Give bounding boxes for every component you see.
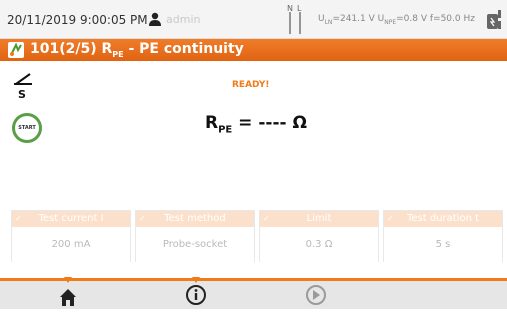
param-limit[interactable]: ✓ Limit 0.3 Ω <box>259 210 379 263</box>
uln-symbol: U <box>318 14 325 24</box>
param-label: Test method <box>164 213 226 224</box>
result-readout: RPE = ---- Ω <box>205 113 307 135</box>
title-prefix: 101(2/5) R <box>30 41 113 57</box>
unpe-value: =0.8 V f=50.0 Hz <box>396 14 475 24</box>
param-header: ✓ Test current I <box>12 211 130 227</box>
title-subscript: PE <box>112 49 124 59</box>
next-icon <box>306 285 326 305</box>
param-test-current[interactable]: ✓ Test current I 200 mA <box>11 210 131 263</box>
title-bar: 101(2/5) RPE - PE continuity <box>0 39 507 61</box>
param-label: Test current I <box>38 213 104 224</box>
svg-text:S: S <box>18 88 26 101</box>
title-suffix: - PE continuity <box>123 41 244 57</box>
start-label: START <box>18 125 36 131</box>
uln-value: =241.1 V <box>332 14 375 24</box>
probe-mode-icon: S <box>14 73 32 101</box>
terminals-icon <box>289 12 301 34</box>
param-label: Test duration t <box>406 213 480 224</box>
result-value: = ---- Ω <box>232 113 307 133</box>
datetime: 20/11/2019 9:00:05 PM <box>7 13 148 27</box>
unpe-subscript: NPE <box>384 18 397 26</box>
info-icon <box>186 285 206 305</box>
param-value: 0.3 Ω <box>260 227 378 263</box>
measurement-status: READY! <box>232 80 270 90</box>
voltage-readout: ULN=241.1 V UNPE=0.8 V f=50.0 Hz <box>318 14 475 26</box>
status-bar: 20/11/2019 9:00:05 PM admin N L ULN=241.… <box>0 0 507 39</box>
param-value: 200 mA <box>12 227 130 263</box>
user-icon <box>149 12 161 26</box>
user-name: admin <box>166 13 201 26</box>
page-title: 101(2/5) RPE - PE continuity <box>30 41 244 59</box>
result-subscript: PE <box>218 124 233 136</box>
test-type-icon <box>8 42 24 58</box>
check-icon: ✓ <box>139 214 146 223</box>
param-value: 5 s <box>384 227 502 263</box>
home-button[interactable] <box>48 281 88 309</box>
param-test-duration[interactable]: ✓ Test duration t 5 s <box>383 210 503 263</box>
param-label: Limit <box>306 213 332 224</box>
check-icon: ✓ <box>263 214 270 223</box>
check-icon: ✓ <box>15 214 22 223</box>
param-header: ✓ Test duration t <box>384 211 502 227</box>
result-symbol: R <box>205 113 219 133</box>
next-button[interactable] <box>296 281 336 309</box>
plug-icon <box>487 10 501 29</box>
home-icon <box>60 289 76 306</box>
param-header: ✓ Limit <box>260 211 378 227</box>
param-test-method[interactable]: ✓ Test method Probe-socket <box>135 210 255 263</box>
start-button[interactable]: START <box>12 113 42 143</box>
param-header: ✓ Test method <box>136 211 254 227</box>
info-button[interactable] <box>176 281 216 309</box>
param-value: Probe-socket <box>136 227 254 263</box>
check-icon: ✓ <box>387 214 394 223</box>
